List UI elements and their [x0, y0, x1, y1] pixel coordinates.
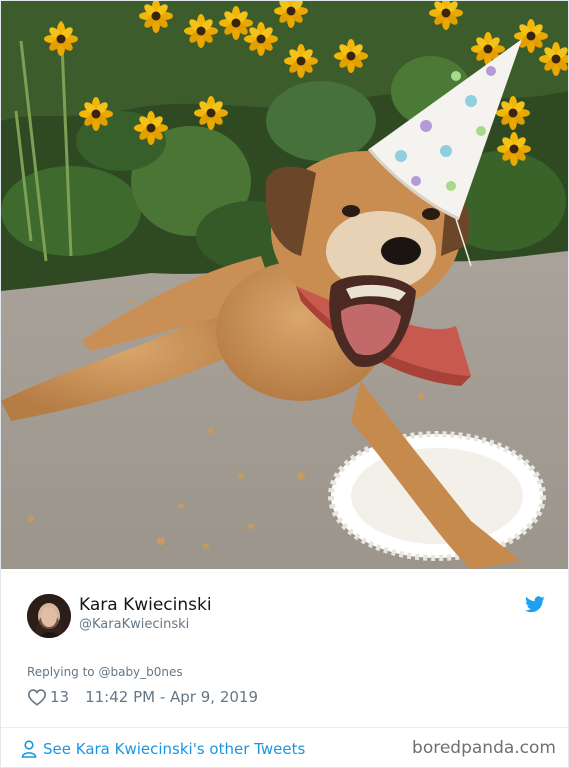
other-tweets-link[interactable]: See Kara Kwiecinski's other Tweets [21, 738, 305, 760]
tweet-photo[interactable] [1, 1, 568, 569]
reply-context[interactable]: Replying to @baby_b0nes [27, 665, 183, 679]
divider [1, 727, 568, 728]
author-name[interactable]: Kara Kwiecinski [79, 595, 212, 615]
person-icon [21, 740, 37, 758]
like-count[interactable]: 13 [50, 688, 69, 706]
tweet-meta: 13 11:42 PM - Apr 9, 2019 [27, 686, 258, 708]
heart-icon[interactable] [27, 688, 47, 706]
twitter-bird-icon[interactable] [525, 596, 545, 613]
tweet-timestamp[interactable]: 11:42 PM - Apr 9, 2019 [85, 688, 258, 706]
tweet-card: Kara Kwiecinski @KaraKwiecinski Replying… [0, 0, 569, 768]
tweet-author: Kara Kwiecinski @KaraKwiecinski [27, 594, 547, 640]
watermark: boredpanda.com [412, 738, 556, 758]
avatar[interactable] [27, 594, 71, 638]
author-handle[interactable]: @KaraKwiecinski [79, 617, 189, 632]
other-tweets-label[interactable]: See Kara Kwiecinski's other Tweets [43, 740, 305, 758]
